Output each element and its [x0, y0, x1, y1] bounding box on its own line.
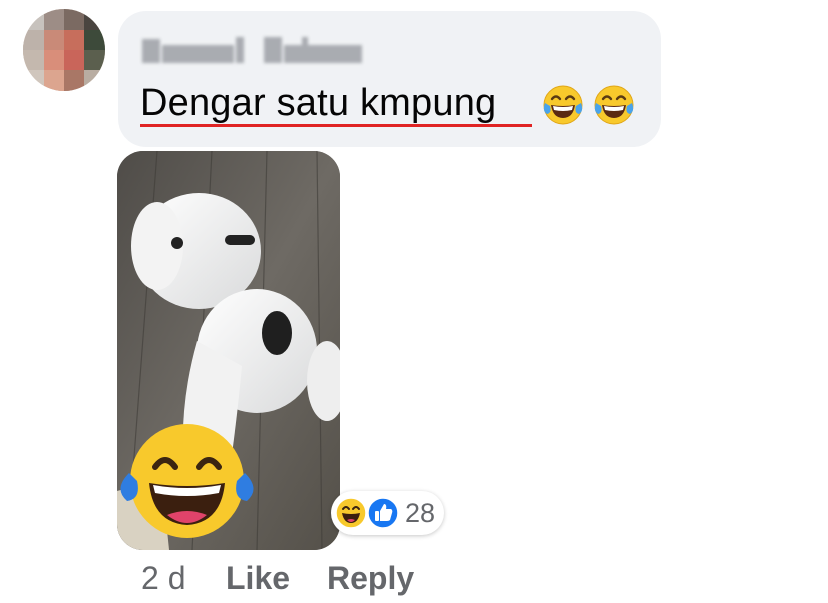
- like-reaction-icon: [367, 497, 399, 529]
- haha-reaction-icon: [335, 497, 367, 529]
- attached-photo[interactable]: [117, 151, 340, 550]
- airpods-photo-image: [117, 151, 340, 550]
- reply-button[interactable]: Reply: [327, 560, 414, 596]
- comment-timestamp[interactable]: 2 d: [141, 560, 185, 596]
- avatar-image: [23, 9, 105, 91]
- comment-bubble: Dengar satu kmpung: [118, 11, 661, 147]
- reaction-count: 28: [405, 498, 436, 528]
- comment-text: Dengar satu kmpung: [140, 82, 497, 124]
- like-button[interactable]: Like: [226, 560, 290, 596]
- reactions-summary[interactable]: 28: [331, 491, 444, 535]
- spellcheck-underline: [140, 124, 532, 127]
- tears-of-joy-emoji-icon: [543, 85, 583, 125]
- author-name-redacted[interactable]: [142, 33, 364, 67]
- tears-of-joy-emoji-icon: [594, 85, 634, 125]
- commenter-avatar[interactable]: [23, 9, 105, 91]
